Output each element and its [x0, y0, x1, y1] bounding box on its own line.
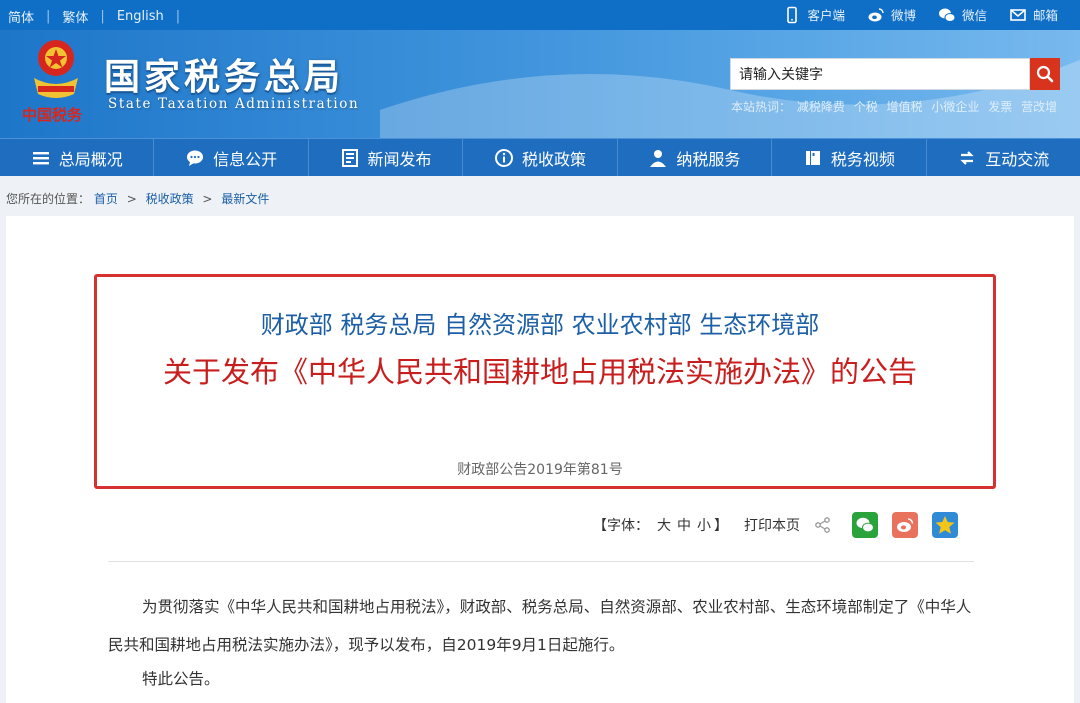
nav-item-label: 新闻发布	[367, 149, 432, 169]
article-tools: 【字体： 大 中 小 】 打印本页	[593, 512, 958, 538]
divider: |	[46, 9, 51, 24]
client-link[interactable]: 客户端	[783, 5, 845, 24]
menu-icon	[32, 151, 49, 164]
font-size-large[interactable]: 大	[657, 515, 671, 535]
hot-word[interactable]: 减税降费	[797, 100, 845, 114]
news-icon	[341, 148, 358, 167]
breadcrumb-policy[interactable]: 税收政策	[146, 192, 194, 206]
weibo-link[interactable]: 微博	[867, 5, 916, 24]
quick-links: 客户端 微博 微信 邮箱	[783, 5, 1058, 24]
site-title: 国家税务总局	[104, 57, 345, 98]
nav-item-overview[interactable]: 总局概况	[0, 139, 155, 176]
hot-words-label: 本站热词：	[731, 100, 792, 114]
weibo-link-label: 微博	[890, 8, 916, 23]
font-size-label: 【字体：	[593, 518, 649, 534]
star-icon	[935, 516, 955, 534]
divider	[108, 561, 974, 562]
hot-word[interactable]: 营改增	[1021, 100, 1057, 114]
article-title: 关于发布《中华人民共和国耕地占用税法实施办法》的公告	[162, 355, 917, 389]
chat-bubble-icon	[187, 150, 204, 166]
top-bar: 简体 | 繁体 | English | 客户端 微博 微信 邮箱	[0, 0, 1080, 30]
font-size-small[interactable]: 小	[697, 515, 711, 535]
weibo-icon	[897, 518, 914, 532]
wechat-icon	[938, 8, 956, 22]
emblem-caption: 中国税务	[22, 106, 83, 124]
hot-words: 本站热词： 减税降费 个税 增值税 小微企业 发票 营改增	[731, 98, 1062, 115]
hot-word[interactable]: 小微企业	[931, 100, 979, 114]
person-icon	[650, 149, 667, 167]
hot-word[interactable]: 增值税	[887, 100, 923, 114]
lang-english[interactable]: English	[117, 9, 164, 24]
breadcrumb-prefix: 您所在的位置：	[6, 192, 91, 206]
nav-item-interact[interactable]: 互动交流	[927, 139, 1080, 176]
share-wechat-button[interactable]	[852, 512, 878, 538]
exchange-icon	[960, 150, 974, 165]
site-header: 中国税务 国家税务总局 State Taxation Administratio…	[0, 30, 1080, 138]
nav-item-label: 税收政策	[521, 149, 586, 169]
nav-item-info[interactable]: 信息公开	[154, 139, 309, 176]
nav-item-label: 纳税服务	[676, 149, 741, 169]
site-title-english: State Taxation Administration	[108, 96, 360, 112]
tax-emblem-logo[interactable]: 中国税务	[20, 34, 92, 134]
print-button[interactable]: 打印本页	[744, 515, 800, 535]
info-icon	[494, 148, 513, 167]
article-paragraph: 特此公告。	[142, 670, 220, 688]
article-body: 为贯彻落实《中华人民共和国耕地占用税法》，财政部、税务总局、自然资源部、农业农村…	[108, 588, 974, 698]
document-number: 财政部公告2019年第81号	[457, 462, 623, 478]
nav-item-label: 总局概况	[58, 149, 123, 169]
wechat-icon	[856, 517, 874, 533]
divider: |	[175, 9, 181, 24]
mail-link-label: 邮箱	[1032, 8, 1058, 23]
nav-item-policy[interactable]: 税收政策	[463, 139, 618, 176]
wechat-link[interactable]: 微信	[938, 5, 987, 24]
share-weibo-button[interactable]	[892, 512, 918, 538]
hot-word[interactable]: 发票	[988, 100, 1012, 114]
wechat-link-label: 微信	[961, 8, 987, 23]
hot-word[interactable]: 个税	[854, 100, 878, 114]
nav-item-label: 信息公开	[213, 149, 278, 169]
breadcrumb: 您所在的位置： 首页 > 税收政策 > 最新文件	[6, 190, 269, 207]
nav-item-service[interactable]: 纳税服务	[618, 139, 773, 176]
article-issuers: 财政部 税务总局 自然资源部 农业农村部 生态环境部	[260, 311, 820, 339]
share-icon[interactable]	[814, 516, 832, 534]
client-link-label: 客户端	[807, 8, 845, 23]
article-paragraph: 为贯彻落实《中华人民共和国耕地占用税法》，财政部、税务总局、自然资源部、农业农村…	[108, 598, 972, 654]
language-switcher: 简体 | 繁体 | English |	[8, 7, 192, 26]
breadcrumb-separator: >	[202, 192, 213, 206]
font-size-close: 】	[714, 518, 728, 534]
video-icon	[805, 150, 820, 165]
search-box	[730, 58, 1060, 90]
breadcrumb-latest[interactable]: 最新文件	[221, 192, 269, 206]
nav-item-video[interactable]: 税务视频	[772, 139, 927, 176]
main-nav: 总局概况 信息公开 新闻发布 税收政策 纳税服务 税务视频 互动交流	[0, 138, 1080, 176]
search-input[interactable]	[730, 58, 1030, 90]
breadcrumb-separator: >	[126, 192, 137, 206]
nav-item-news[interactable]: 新闻发布	[309, 139, 464, 176]
nav-item-label: 互动交流	[985, 149, 1050, 169]
nav-item-label: 税务视频	[830, 149, 895, 169]
search-button[interactable]	[1030, 58, 1060, 90]
share-qzone-button[interactable]	[932, 512, 958, 538]
font-size-medium[interactable]: 中	[677, 515, 691, 535]
weibo-icon	[868, 7, 884, 21]
breadcrumb-home[interactable]: 首页	[94, 192, 118, 206]
mail-icon	[1010, 8, 1026, 21]
lang-simplified[interactable]: 简体	[8, 7, 34, 26]
mobile-icon	[787, 6, 798, 23]
lang-traditional[interactable]: 繁体	[62, 7, 88, 26]
divider: |	[100, 9, 105, 24]
mail-link[interactable]: 邮箱	[1009, 5, 1058, 24]
search-icon	[1036, 65, 1054, 83]
